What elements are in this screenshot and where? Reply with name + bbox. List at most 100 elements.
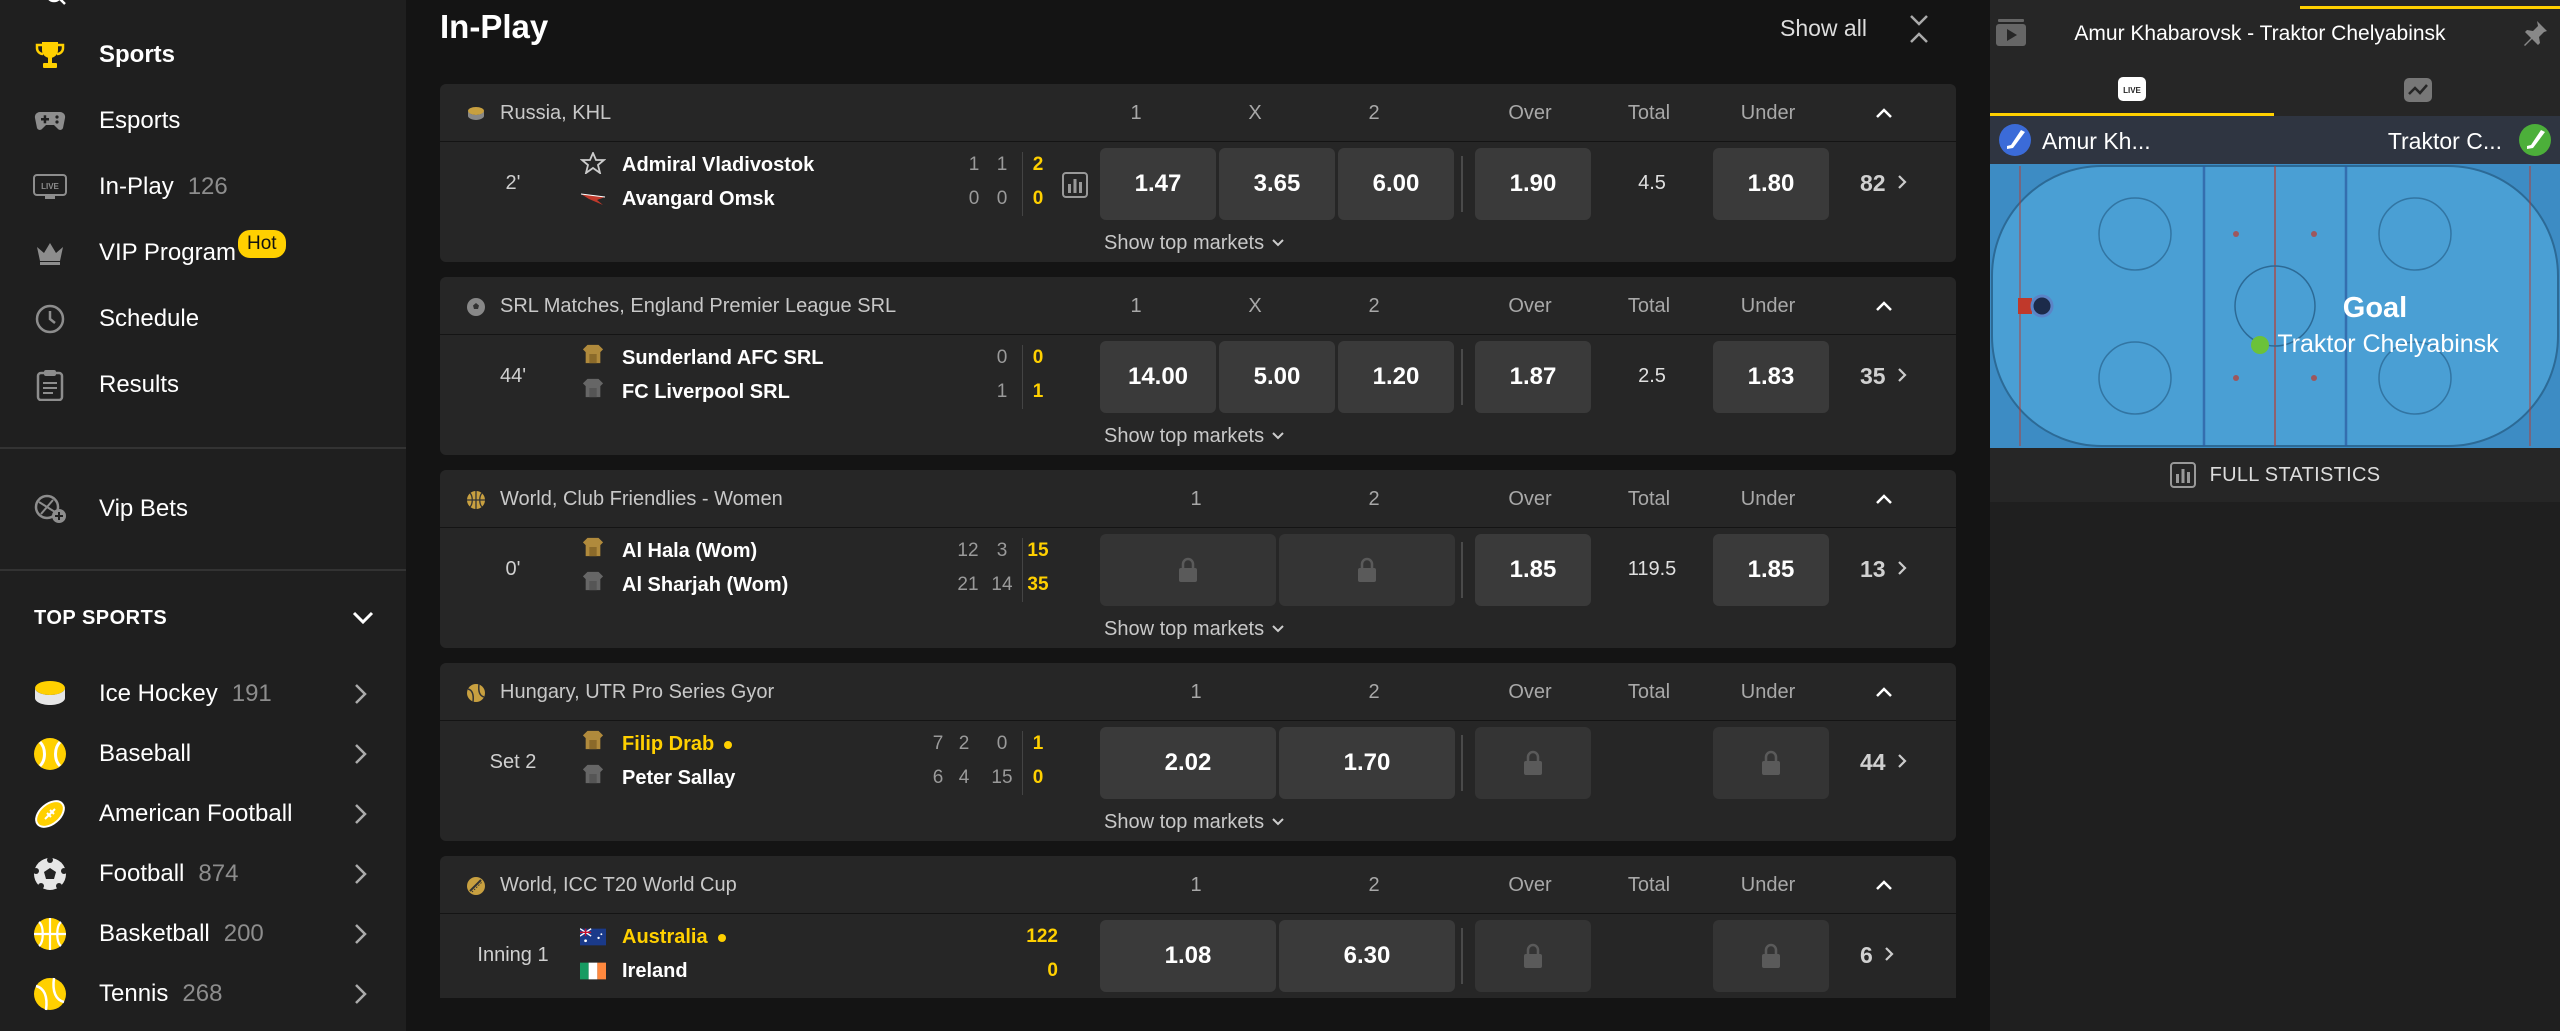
tracker-progress-line <box>2300 6 2560 9</box>
sport-item-ice-hockey[interactable]: Ice Hockey 191 <box>0 663 406 723</box>
league-header[interactable]: World, Club Friendlies - Women 1 2 Over … <box>440 470 1956 528</box>
match-row[interactable]: 44' Sunderland AFC SRL FC Liverpool SRL … <box>440 335 1956 419</box>
league-name: Hungary, UTR Pro Series Gyor <box>500 681 775 703</box>
under-button[interactable]: 1.80 <box>1713 148 1829 220</box>
under-button[interactable]: 1.85 <box>1713 534 1829 606</box>
jersey-icon <box>582 764 604 784</box>
odd-button[interactable]: 1.08 <box>1100 920 1276 992</box>
chevron-up-icon[interactable] <box>1872 102 1896 126</box>
show-top-markets[interactable]: Show top markets <box>440 805 1956 841</box>
show-top-markets[interactable]: Show top markets <box>440 226 1956 262</box>
league-header[interactable]: Russia, KHL 1 X 2 Over Total Under <box>440 84 1956 142</box>
odd-button[interactable]: 1.47 <box>1100 148 1216 220</box>
more-markets-button[interactable]: 44 <box>1860 749 1908 776</box>
show-top-markets-label: Show top markets <box>1104 618 1265 640</box>
video-stream-icon[interactable] <box>1990 10 2030 54</box>
market-header: Under <box>1740 874 1796 896</box>
match-row[interactable]: Set 2 Filip Drab Peter Sallay 7 2 0 6 4 … <box>440 721 1956 805</box>
ice-hockey-icon <box>468 107 484 120</box>
sport-label: Tennis <box>99 980 169 1007</box>
nav-sports[interactable]: Sports <box>0 22 406 88</box>
odd-button[interactable]: 3.65 <box>1219 148 1335 220</box>
sport-item-baseball[interactable]: Baseball <box>0 723 406 783</box>
odds-divider <box>1461 928 1463 984</box>
locked-odd-button <box>1279 534 1455 606</box>
odd-button[interactable]: 6.30 <box>1279 920 1455 992</box>
chevron-up-icon[interactable] <box>1872 874 1896 898</box>
sport-item-tennis[interactable]: Tennis 268 <box>0 963 406 1023</box>
locked-under-button <box>1713 920 1829 992</box>
odd-button[interactable]: 1.70 <box>1279 727 1455 799</box>
market-header: 1 <box>1190 681 1202 703</box>
odd-button[interactable]: 14.00 <box>1100 341 1216 413</box>
total-line: 119.5 <box>1627 558 1677 580</box>
show-all-link[interactable]: Show all <box>1780 15 1867 42</box>
match-row[interactable]: Inning 1 Australia Ireland 122 0 1.08 6.… <box>440 914 1956 998</box>
under-button[interactable]: 1.83 <box>1713 341 1829 413</box>
show-top-markets[interactable]: Show top markets <box>440 419 1956 455</box>
away-total-score: 1 <box>1032 381 1044 402</box>
nav-schedule[interactable]: Schedule <box>0 286 406 352</box>
chevron-up-icon[interactable] <box>1872 488 1896 512</box>
chevron-right-icon <box>1885 947 1894 961</box>
odd-button[interactable]: 1.20 <box>1338 341 1454 413</box>
market-header: Total <box>1627 295 1671 317</box>
tennis-icon <box>34 977 66 1011</box>
nav-vip-bets[interactable]: Vip Bets <box>0 476 406 542</box>
odd-button[interactable]: 2.02 <box>1100 727 1276 799</box>
odd-button[interactable]: 5.00 <box>1219 341 1335 413</box>
sport-item-football[interactable]: Football 874 <box>0 843 406 903</box>
australia-flag-icon <box>580 928 606 946</box>
search-icon[interactable] <box>46 0 70 8</box>
more-markets-button[interactable]: 6 <box>1860 942 1895 969</box>
home-total-score: 0 <box>1032 347 1044 368</box>
match-time: 44' <box>499 365 527 387</box>
goal-event-team: Traktor Chelyabinsk <box>2090 330 2560 359</box>
sport-item-american-football[interactable]: American Football <box>0 783 406 843</box>
statistics-icon <box>2169 462 2196 488</box>
tab-live[interactable]: LIVE <box>1990 64 2274 116</box>
show-top-markets[interactable]: Show top markets <box>440 612 1956 648</box>
more-markets-button[interactable]: 13 <box>1860 556 1908 583</box>
collapse-all-icon[interactable] <box>1906 12 1932 46</box>
baseball-icon <box>34 738 66 770</box>
full-statistics-button[interactable]: FULL STATISTICS <box>1990 448 2560 502</box>
league-header[interactable]: World, ICC T20 World Cup 1 2 Over Total … <box>440 856 1956 914</box>
chevron-up-icon[interactable] <box>1872 295 1896 319</box>
league-header[interactable]: SRL Matches, England Premier League SRL … <box>440 277 1956 335</box>
sport-count: 268 <box>182 980 223 1007</box>
pin-icon[interactable] <box>2520 18 2550 48</box>
more-markets-button[interactable]: 82 <box>1860 170 1908 197</box>
period-score: 14 <box>991 574 1013 595</box>
match-row[interactable]: 2' Admiral Vladivostok Avangard Omsk 1 1… <box>440 142 1956 226</box>
market-header: Total <box>1627 102 1671 124</box>
away-total-score: 35 <box>1027 574 1049 595</box>
over-button[interactable]: 1.85 <box>1475 534 1591 606</box>
team-logo-icon <box>580 152 606 174</box>
home-hockey-stick-icon <box>1999 124 2031 156</box>
sport-label: Basketball <box>99 920 210 947</box>
league-header[interactable]: Hungary, UTR Pro Series Gyor 1 2 Over To… <box>440 663 1956 721</box>
nav-results[interactable]: Results <box>0 352 406 418</box>
tab-graph[interactable] <box>2276 64 2560 116</box>
sport-item-basketball[interactable]: Basketball 200 <box>0 903 406 963</box>
market-header: 2 <box>1368 874 1380 896</box>
home-team-name: Filip Drab <box>622 733 715 755</box>
nav-esports[interactable]: Esports <box>0 88 406 154</box>
stats-icon[interactable] <box>1062 172 1088 198</box>
chevron-up-icon[interactable] <box>1872 681 1896 705</box>
odd-button[interactable]: 6.00 <box>1338 148 1454 220</box>
sport-count: 200 <box>223 920 264 947</box>
top-sports-header[interactable]: TOP SPORTS <box>0 590 406 646</box>
match-row[interactable]: 0' Al Hala (Wom) Al Sharjah (Wom) 12 3 2… <box>440 528 1956 612</box>
nav-vip-program[interactable]: VIP Program Hot <box>0 220 406 286</box>
vip-bets-icon <box>32 491 68 527</box>
more-markets-button[interactable]: 35 <box>1860 363 1908 390</box>
period-score: 1 <box>996 154 1008 175</box>
over-button[interactable]: 1.87 <box>1475 341 1591 413</box>
chevron-down-icon <box>1271 432 1284 440</box>
over-button[interactable]: 1.90 <box>1475 148 1591 220</box>
nav-in-play[interactable]: LIVE In-Play 126 <box>0 154 406 220</box>
away-total-score: 0 <box>1032 767 1044 788</box>
more-markets-count: 13 <box>1860 556 1886 582</box>
